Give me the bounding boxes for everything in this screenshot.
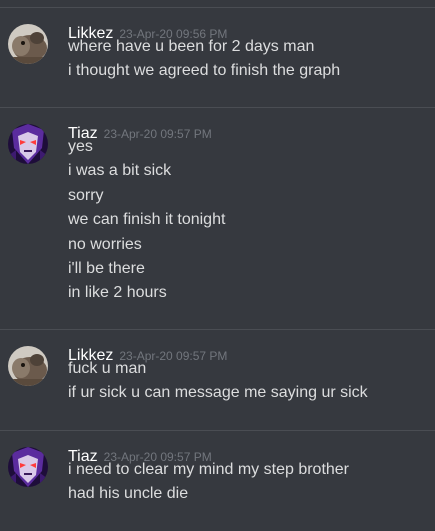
- purple-villain-avatar-icon[interactable]: [8, 447, 48, 487]
- message-text: if ur sick u can message me saying ur si…: [68, 384, 368, 402]
- purple-villain-avatar-icon[interactable]: [8, 124, 48, 164]
- chat-log: Likkez 23-Apr-20 09:56 PM where have u be…: [0, 0, 435, 531]
- message-text: fuck u man: [68, 360, 147, 377]
- message-divider: [0, 107, 435, 108]
- camel-avatar-icon[interactable]: [8, 346, 48, 386]
- message-text: no worries: [68, 235, 142, 253]
- message-lines: where have u been for 2 days man i thoug…: [68, 35, 340, 84]
- camel-avatar-icon[interactable]: [8, 24, 48, 64]
- message-text: sorry: [68, 186, 104, 204]
- message-text: in like 2 hours: [68, 284, 167, 302]
- message-divider: [0, 430, 435, 431]
- message-divider: [0, 329, 435, 330]
- message-text: where have u been for 2 days man: [68, 38, 315, 55]
- message-lines: i need to clear my mind my step brother …: [68, 458, 349, 507]
- message-text: i was a bit sick: [68, 162, 172, 180]
- message-text: we can finish it tonight: [68, 211, 226, 229]
- message-text: i need to clear my mind my step brother: [68, 461, 350, 478]
- message-divider: [0, 7, 435, 8]
- message-text: yes: [68, 138, 93, 155]
- message-text: i thought we agreed to finish the graph: [68, 62, 341, 80]
- message-text: i'll be there: [68, 259, 145, 277]
- message-text: had his uncle die: [68, 485, 189, 503]
- message-lines: fuck u man if ur sick u can message me s…: [68, 357, 368, 406]
- message-lines: yes i was a bit sick sorry we can finish…: [68, 135, 225, 306]
